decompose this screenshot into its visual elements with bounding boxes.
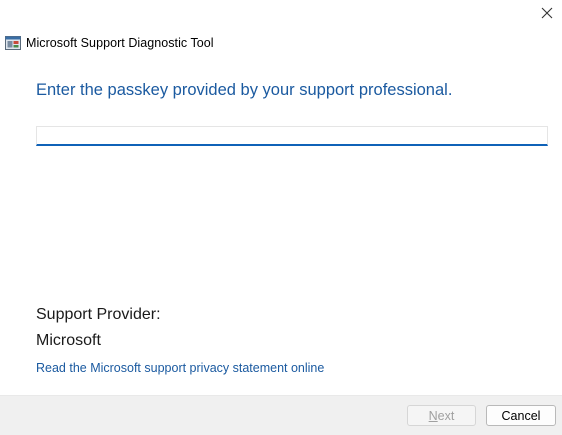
support-provider-value: Microsoft: [36, 332, 101, 349]
next-button[interactable]: Next: [407, 405, 476, 426]
button-bar: Next Cancel: [0, 395, 562, 435]
privacy-statement-link[interactable]: Read the Microsoft support privacy state…: [36, 361, 324, 375]
support-provider-label: Support Provider:: [36, 306, 161, 323]
passkey-heading: Enter the passkey provided by your suppo…: [36, 81, 453, 99]
window-title: Microsoft Support Diagnostic Tool: [26, 36, 214, 50]
next-button-label: ext: [437, 408, 455, 423]
next-button-mnemonic: N: [428, 408, 438, 423]
diagnostic-tool-icon: [5, 36, 21, 50]
dialog-window: Microsoft Support Diagnostic Tool Enter …: [0, 0, 562, 435]
cancel-button[interactable]: Cancel: [486, 405, 556, 426]
cancel-button-label: Cancel: [501, 408, 541, 423]
close-button[interactable]: [532, 0, 562, 26]
passkey-input[interactable]: [36, 126, 548, 146]
close-icon: [541, 7, 553, 19]
title-bar: Microsoft Support Diagnostic Tool: [5, 34, 214, 52]
